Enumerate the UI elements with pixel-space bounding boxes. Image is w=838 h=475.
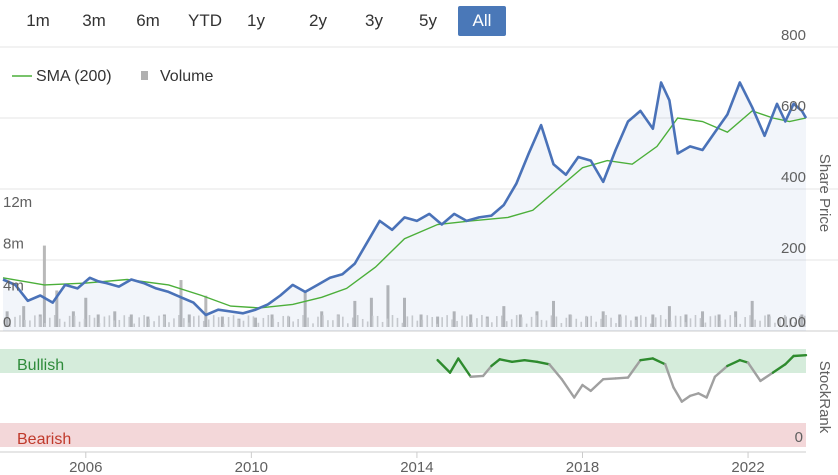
volume-tick-label: 0 (3, 314, 11, 331)
bearish-band (0, 423, 806, 447)
price-tick-label: 600 (781, 98, 806, 115)
stockrank-tick-label: 0 (795, 429, 803, 446)
stockrank-segment (688, 392, 700, 398)
stockrank-segment (759, 371, 775, 383)
volume-tick-label: 4m (3, 277, 24, 294)
x-tick-label: 2018 (566, 459, 599, 475)
price-tick-label: 800 (781, 27, 806, 44)
stockrank-segment (705, 375, 717, 399)
volume-tick-label: 8m (3, 236, 24, 253)
stockrank-segment (697, 392, 708, 399)
x-axis: 2006 2010 2014 2018 2022 (0, 451, 806, 475)
stockrank-segment (510, 358, 526, 364)
stockrank-segment (680, 394, 692, 403)
stockrank-segment (469, 374, 485, 378)
price-axis-title: Share Price (816, 154, 833, 232)
price-panel: 800 600 400 200 0.00 12m 8m 4m 0 Share Price (0, 27, 838, 332)
stockrank-panel: Bullish Bearish 0 StockRank (0, 349, 833, 448)
bullish-label: Bullish (17, 357, 64, 374)
stock-chart: 800 600 400 200 0.00 12m 8m 4m 0 Share Price Bull… (0, 27, 838, 475)
stockrank-segment (589, 378, 605, 393)
volume-legend-swatch (141, 71, 148, 80)
x-tick-label: 2022 (731, 459, 764, 475)
sma-legend-label[interactable]: SMA (200) (36, 68, 112, 85)
stockrank-segment (614, 376, 630, 380)
stockrank-segment (639, 357, 655, 362)
bullish-band (0, 349, 806, 373)
stockrank-segment (573, 383, 584, 399)
price-tick-label: 200 (781, 240, 806, 257)
x-tick-label: 2010 (235, 459, 268, 475)
volume-legend-label[interactable]: Volume (160, 68, 213, 85)
legend[interactable]: SMA (200) Volume (12, 68, 213, 85)
x-tick-label: 2006 (69, 459, 102, 475)
stockrank-segment (792, 353, 808, 358)
stockrank-segment (672, 386, 684, 403)
stockrank-segment (523, 358, 539, 364)
stockrank-segment (560, 378, 576, 399)
stockrank-segment (601, 377, 617, 381)
volume-tick-label: 12m (3, 194, 32, 211)
x-tick-label: 2014 (400, 459, 433, 475)
price-tick-label: 400 (781, 169, 806, 186)
stockrank-axis-title: StockRank (816, 361, 833, 434)
bearish-label: Bearish (17, 431, 71, 448)
stockrank-segment (581, 383, 592, 393)
price-tick-label: 0.00 (777, 314, 806, 331)
